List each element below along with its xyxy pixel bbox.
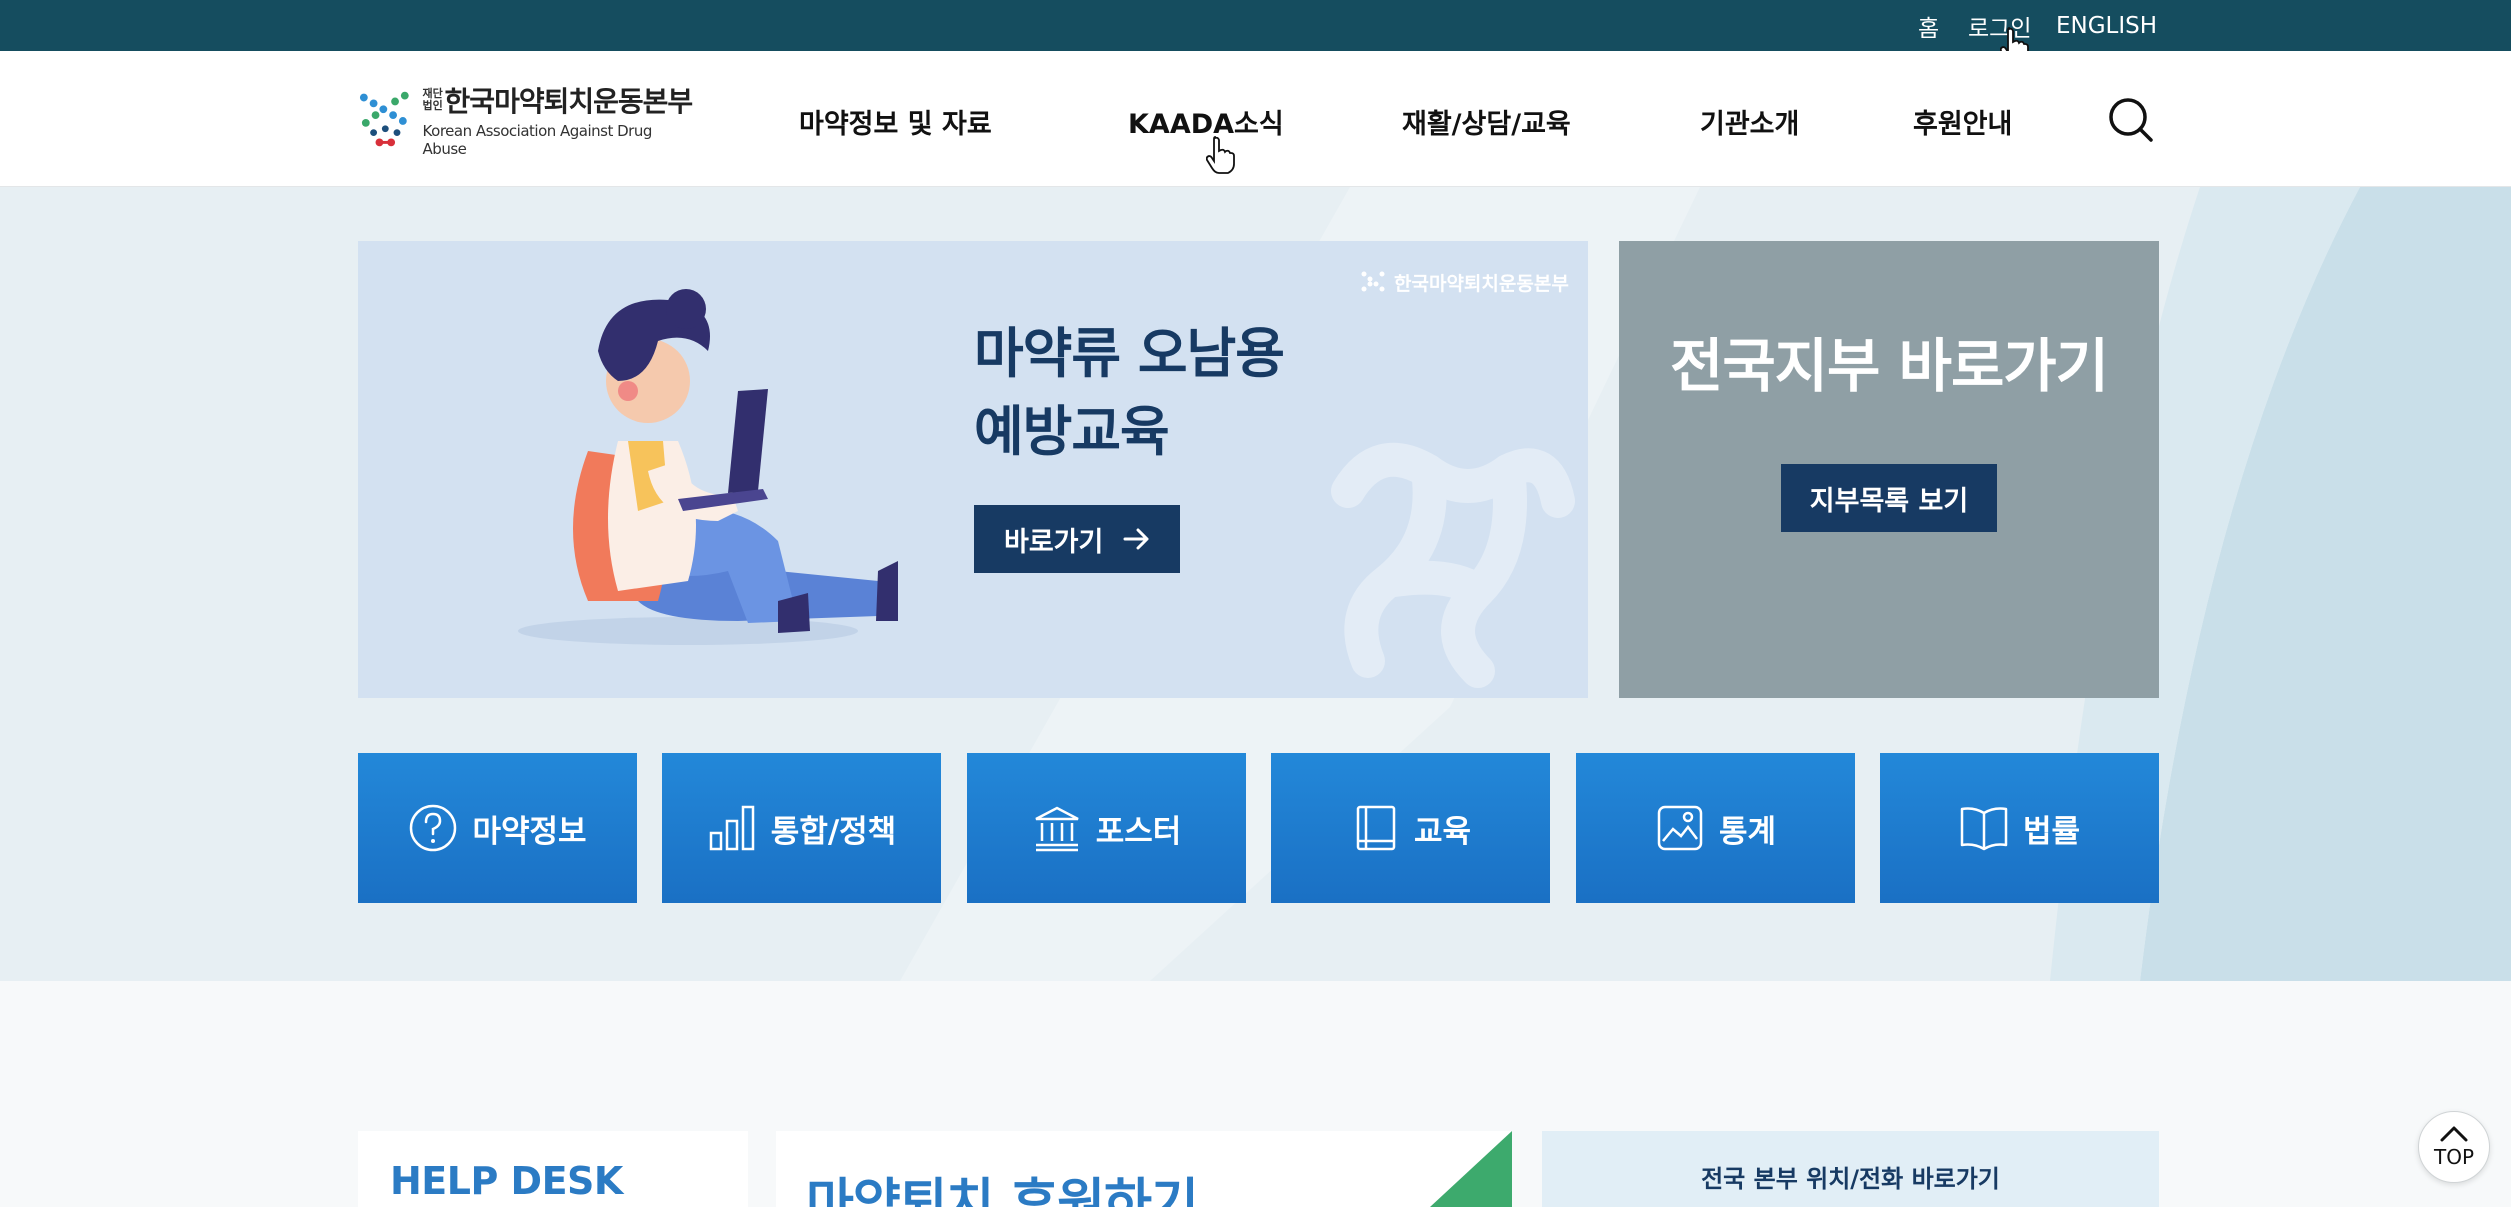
site-header: 재단법인 한국마약퇴치운동본부 Korean Association Again… xyxy=(0,51,2511,187)
arrow-right-icon xyxy=(1123,528,1149,550)
education-banner[interactable]: 마약류 오남용 예방교육 바로가기 한국마약퇴치운동본부 xyxy=(358,241,1588,698)
quick-link-label: 교육 xyxy=(1413,813,1472,850)
location-card[interactable]: 전국 본부 위치/전화 바로가기 xyxy=(1542,1131,2159,1207)
help-desk-card[interactable]: HELP DESK xyxy=(358,1131,748,1207)
quick-link-poster[interactable]: 포스터 xyxy=(967,753,1246,903)
english-link[interactable]: ENGLISH xyxy=(2056,0,2157,51)
quick-link-drug-info[interactable]: 마약정보 xyxy=(358,753,637,903)
nav-drug-info[interactable]: 마약정보 및 자료 xyxy=(799,102,992,141)
notebook-icon xyxy=(1356,805,1396,851)
home-link[interactable]: 홈 xyxy=(1918,0,1939,51)
quick-link-law[interactable]: 법률 xyxy=(1880,753,2159,903)
logo-name-kr: 한국마약퇴치운동본부 xyxy=(444,85,694,118)
lower-section: HELP DESK 마약퇴치 후원하기 전국 본부 위치/전화 바로가기 xyxy=(0,981,2511,1207)
bar-chart-icon xyxy=(709,805,755,851)
banner-title-line2: 예방교육 xyxy=(974,400,1170,463)
logo-prefix: 재단법인 xyxy=(422,87,443,112)
branch-banner[interactable]: 전국지부 바로가기 지부목록 보기 xyxy=(1619,241,2159,698)
banner-watermark-text: 한국마약퇴치운동본부 xyxy=(1394,273,1569,295)
logo-mark-icon xyxy=(359,91,409,147)
banner-go-label: 바로가기 xyxy=(1004,526,1104,558)
donation-card[interactable]: 마약퇴치 후원하기 xyxy=(776,1131,1512,1207)
molecule-decoration xyxy=(1331,442,1575,688)
logo-mark-icon xyxy=(1361,271,1385,291)
quick-link-label: 통합/정책 xyxy=(770,813,897,850)
nav-donation[interactable]: 후원안내 xyxy=(1913,102,2012,141)
banner-watermark: 한국마약퇴치운동본부 xyxy=(1360,269,1569,296)
banner-title-line1: 마약류 오남용 xyxy=(974,322,1285,385)
hand-cursor-icon xyxy=(1206,136,1235,174)
book-icon xyxy=(1960,807,2008,851)
site-logo[interactable]: 재단법인 한국마약퇴치운동본부 Korean Association Again… xyxy=(358,85,693,158)
branch-title: 전국지부 바로가기 xyxy=(1669,332,2109,400)
quick-link-policy[interactable]: 통합/정책 xyxy=(662,753,941,903)
help-desk-title: HELP DESK xyxy=(390,1159,623,1203)
quick-link-label: 포스터 xyxy=(1095,813,1182,850)
location-title: 전국 본부 위치/전화 바로가기 xyxy=(1701,1165,2000,1193)
branch-list-button[interactable]: 지부목록 보기 xyxy=(1781,464,1997,532)
corner-decoration xyxy=(1430,1131,1512,1207)
quick-link-label: 통계 xyxy=(1718,813,1777,850)
chevron-up-icon xyxy=(2440,1126,2468,1142)
quick-link-label: 법률 xyxy=(2022,813,2081,850)
logo-text: 재단법인 한국마약퇴치운동본부 Korean Association Again… xyxy=(422,80,694,158)
banner-go-button[interactable]: 바로가기 xyxy=(974,505,1180,573)
nav-about[interactable]: 기관소개 xyxy=(1700,102,1799,141)
nav-rehab[interactable]: 재활/상담/교육 xyxy=(1402,102,1571,141)
image-icon xyxy=(1657,805,1703,851)
banner-title: 마약류 오남용 예방교육 xyxy=(974,315,1285,471)
building-icon xyxy=(1035,806,1079,852)
quick-link-statistics[interactable]: 통계 xyxy=(1576,753,1855,903)
scroll-top-button[interactable]: TOP xyxy=(2418,1111,2490,1183)
scroll-top-label: TOP xyxy=(2433,1145,2475,1169)
donation-title: 마약퇴치 후원하기 xyxy=(806,1174,1199,1207)
hero-section: 마약류 오남용 예방교육 바로가기 한국마약퇴치운동본부 전국지부 바로가기 지… xyxy=(0,187,2511,981)
search-icon[interactable] xyxy=(2108,97,2154,143)
question-icon xyxy=(410,804,457,852)
quick-link-label: 마약정보 xyxy=(472,813,587,850)
quick-link-education[interactable]: 교육 xyxy=(1271,753,1550,903)
utility-bar: 홈 로그인 ENGLISH xyxy=(0,0,2511,65)
logo-name-en: Korean Association Against Drug Abuse xyxy=(422,122,653,158)
student-laptop-illustration xyxy=(518,289,898,645)
